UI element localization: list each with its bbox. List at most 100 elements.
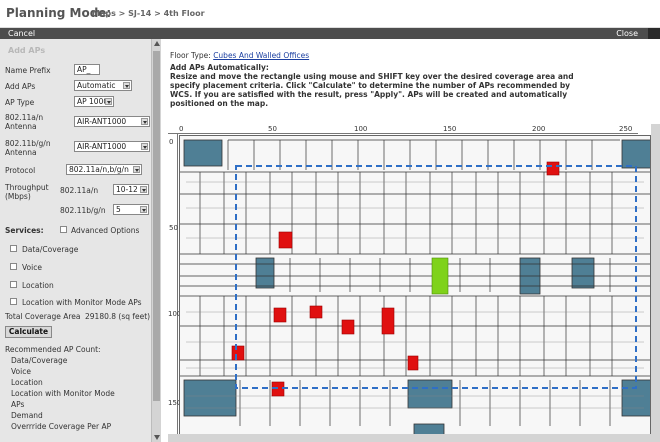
scroll-down-icon[interactable] bbox=[154, 435, 160, 440]
antenna-bgn-value: AIR-ANT1000 bbox=[77, 142, 127, 151]
antenna-an-value: AIR-ANT1000 bbox=[77, 117, 127, 126]
red-room bbox=[273, 307, 287, 323]
ruler-tick: 250 bbox=[619, 125, 633, 133]
total-coverage-label: Total Coverage Area bbox=[5, 312, 81, 321]
ruler-tick: 200 bbox=[532, 125, 546, 133]
service-location-monitor-label: Location with Monitor Mode APs bbox=[22, 298, 142, 307]
chevron-down-icon bbox=[141, 143, 148, 150]
floor-map[interactable] bbox=[179, 135, 651, 435]
antenna-an-label-line2: Antenna bbox=[5, 122, 37, 131]
service-voice-label: Voice bbox=[22, 263, 42, 272]
red-room bbox=[278, 231, 293, 249]
list-item: Overrride Coverage Per AP bbox=[11, 422, 112, 431]
chevron-down-icon bbox=[133, 166, 140, 173]
red-room bbox=[381, 307, 395, 335]
calculate-button[interactable]: Calculate bbox=[5, 326, 52, 338]
scroll-up-icon[interactable] bbox=[154, 41, 160, 46]
teal-room bbox=[621, 139, 650, 169]
list-item: Location with Monitor Mode bbox=[11, 389, 115, 398]
list-item: APs bbox=[11, 400, 25, 409]
ruler-tick: 0 bbox=[179, 125, 184, 133]
throughput-bgn-value: 5 bbox=[116, 205, 121, 214]
red-room bbox=[546, 161, 560, 176]
throughput-an-label: 802.11a/n bbox=[60, 186, 99, 195]
service-data-checkbox[interactable] bbox=[10, 245, 17, 252]
service-location-monitor-checkbox[interactable] bbox=[10, 298, 17, 305]
service-location-checkbox[interactable] bbox=[10, 281, 17, 288]
floor-type-label: Floor Type: bbox=[170, 51, 211, 60]
green-room bbox=[431, 257, 449, 295]
chevron-down-icon bbox=[105, 98, 112, 105]
add-aps-value: Automatic bbox=[77, 81, 116, 90]
list-item: Data/Coverage bbox=[11, 356, 68, 365]
list-item: Location bbox=[11, 378, 43, 387]
red-room bbox=[309, 305, 323, 319]
header: Planning Mode: Maps > SJ-14 > 4th Floor bbox=[0, 0, 660, 28]
red-room bbox=[341, 319, 355, 335]
antenna-bgn-label-line2: Antenna bbox=[5, 148, 37, 157]
ruler-tick: 150 bbox=[443, 125, 457, 133]
ruler-top: 0 50 100 150 200 250 bbox=[168, 124, 638, 134]
chevron-down-icon bbox=[141, 118, 148, 125]
teal-room bbox=[407, 379, 453, 409]
service-location-label: Location bbox=[22, 281, 54, 290]
red-room bbox=[407, 355, 419, 371]
teal-room bbox=[621, 379, 650, 417]
teal-room bbox=[571, 257, 595, 289]
ruler-tick: 50 bbox=[268, 125, 277, 133]
throughput-label-line2: (Mbps) bbox=[5, 192, 31, 201]
protocol-label: Protocol bbox=[5, 166, 36, 175]
add-aps-label: Add APs bbox=[5, 82, 36, 91]
ruler-left: 0 50 100 150 bbox=[168, 134, 181, 434]
protocol-value: 802.11a/n,b/g/n bbox=[69, 165, 129, 174]
toolbar-corner bbox=[648, 28, 660, 39]
recommended-title: Recommended AP Count: bbox=[5, 345, 101, 354]
floor-plan-drawing bbox=[180, 136, 650, 434]
teal-room bbox=[183, 379, 237, 417]
sidebar-section-title: Add APs bbox=[8, 46, 46, 55]
throughput-bgn-label: 802.11b/g/n bbox=[60, 206, 106, 215]
service-voice-checkbox[interactable] bbox=[10, 263, 17, 270]
teal-room bbox=[183, 139, 223, 167]
antenna-bgn-label-line1: 802.11b/g/n bbox=[5, 139, 51, 148]
recommended-ap-count: Recommended AP Count: Data/Coverage Voic… bbox=[5, 344, 145, 432]
cancel-button[interactable]: Cancel bbox=[8, 29, 35, 38]
list-item: Voice bbox=[11, 367, 31, 376]
map-horizontal-scrollbar[interactable] bbox=[168, 434, 660, 442]
name-prefix-input[interactable]: AP_ bbox=[74, 64, 100, 75]
scroll-thumb[interactable] bbox=[153, 51, 160, 401]
throughput-an-value: 10-12 bbox=[116, 185, 138, 194]
antenna-an-label-line1: 802.11a/n bbox=[5, 113, 44, 122]
throughput-label-line1: Throughput bbox=[5, 183, 49, 192]
breadcrumb: Maps > SJ-14 > 4th Floor bbox=[92, 9, 205, 18]
chevron-down-icon bbox=[123, 82, 130, 89]
teal-room bbox=[255, 257, 275, 289]
red-room bbox=[231, 345, 245, 361]
chevron-down-icon bbox=[140, 206, 147, 213]
toolbar: Cancel Close bbox=[0, 28, 660, 39]
floor-type: Floor Type: Cubes And Walled Offices bbox=[170, 51, 309, 60]
ap-type-select[interactable]: AP 1000 bbox=[74, 96, 114, 107]
sidebar-scrollbar[interactable] bbox=[152, 39, 161, 442]
close-button[interactable]: Close bbox=[616, 29, 638, 38]
advanced-options-checkbox[interactable] bbox=[60, 226, 67, 233]
map-vertical-scrollbar[interactable] bbox=[651, 124, 660, 434]
ruler-tick: 0 bbox=[169, 138, 174, 146]
ap-type-label: AP Type bbox=[5, 98, 35, 107]
throughput-bgn-select[interactable]: 5 bbox=[113, 204, 149, 215]
ruler-tick: 100 bbox=[354, 125, 368, 133]
total-coverage-value: 29180.8 (sq feet) bbox=[85, 312, 151, 321]
add-aps-select[interactable]: Automatic bbox=[74, 80, 132, 91]
ruler-tick: 50 bbox=[169, 224, 178, 232]
service-data-label: Data/Coverage bbox=[22, 245, 79, 254]
floor-type-link[interactable]: Cubes And Walled Offices bbox=[213, 51, 309, 60]
instructions-title: Add APs Automatically: bbox=[170, 63, 269, 72]
antenna-bgn-select[interactable]: AIR-ANT1000 bbox=[74, 141, 150, 152]
list-item: Demand bbox=[11, 411, 43, 420]
advanced-options-label: Advanced Options bbox=[71, 226, 140, 235]
services-label: Services: bbox=[5, 226, 44, 235]
ap-type-value: AP 1000 bbox=[77, 97, 109, 106]
throughput-an-select[interactable]: 10-12 bbox=[113, 184, 149, 195]
protocol-select[interactable]: 802.11a/n,b/g/n bbox=[66, 164, 142, 175]
antenna-an-select[interactable]: AIR-ANT1000 bbox=[74, 116, 150, 127]
